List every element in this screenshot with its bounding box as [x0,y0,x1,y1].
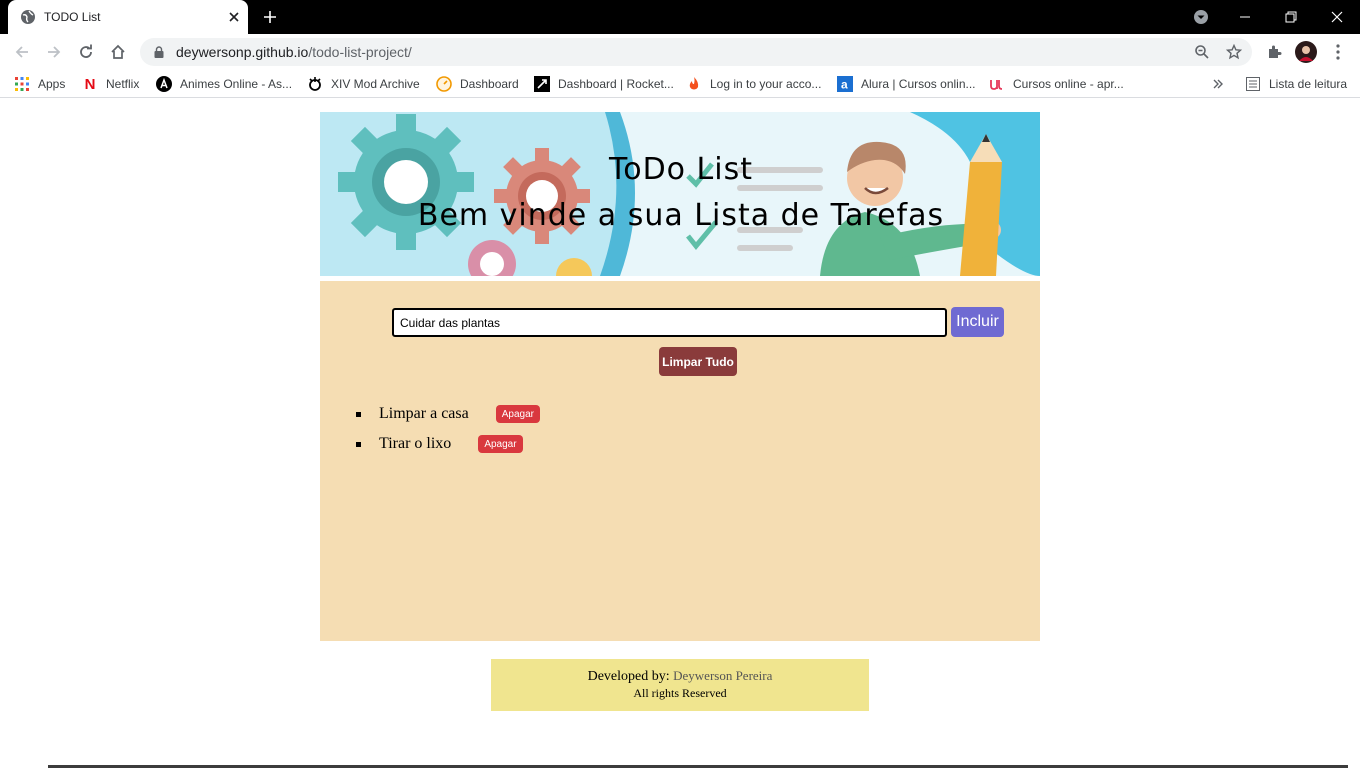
bookmark-label: Log in to your acco... [710,77,822,91]
bookmark-alura[interactable]: a Alura | Cursos onlin... [837,75,976,93]
clear-all-button[interactable]: Limpar Tudo [659,347,737,376]
footer-developed-by: Developed by: [587,669,670,684]
add-task-button[interactable]: Incluir [951,307,1004,337]
bookmark-label: Alura | Cursos onlin... [861,77,976,91]
bookmark-xiv-mod-archive[interactable]: XIV Mod Archive [307,75,420,93]
star-icon[interactable] [1222,40,1246,64]
extensions-icon[interactable] [1262,40,1286,64]
bookmark-login[interactable]: Log in to your acco... [686,75,821,93]
bookmark-label: Animes Online - As... [180,77,293,91]
bullet-icon [356,441,361,447]
url-host: deywersonp.github.io [176,44,309,60]
reading-list[interactable]: Lista de leitura [1245,75,1347,93]
bullet-icon [356,411,361,417]
tab-title: TODO List [44,10,101,24]
bookmark-label: Dashboard | Rocket... [558,77,674,91]
anime-icon [156,76,172,92]
tab-strip: TODO List [0,0,1360,34]
new-tab-button[interactable] [258,5,282,29]
delete-task-button[interactable]: Apagar [495,405,540,423]
bookmark-label: Dashboard [460,77,519,91]
browser-toolbar: deywersonp.github.io /todo-list-project/ [0,34,1360,70]
back-icon[interactable] [10,40,34,64]
more-menu-icon[interactable] [1326,40,1350,64]
bookmark-animes[interactable]: Animes Online - As... [156,75,292,93]
url-path: /todo-list-project/ [308,44,412,60]
bookmark-udemy[interactable]: Cursos online - apr... [989,75,1124,93]
restore-icon[interactable] [1268,0,1314,34]
lock-icon [152,45,166,59]
address-bar[interactable]: deywersonp.github.io /todo-list-project/ [140,38,1252,66]
bookmark-apps[interactable]: Apps [14,75,65,93]
avatar[interactable] [1294,40,1318,64]
flame-icon [686,76,702,92]
home-icon[interactable] [106,40,130,64]
reload-icon[interactable] [74,40,98,64]
udemy-icon [989,76,1005,92]
page-footer: Developed by: Deywerson Pereira All righ… [491,659,869,711]
bookmark-label: Apps [38,77,66,91]
profile-menu-icon[interactable] [1178,0,1224,34]
bookmarks-bar: Apps N Netflix Animes Online - As... XIV… [0,70,1360,98]
svg-text:a: a [841,78,848,92]
forward-icon[interactable] [42,40,66,64]
task-text: Limpar a casa [379,405,469,422]
todo-panel: Incluir Limpar Tudo Limpar a casa Apagar… [320,281,1040,641]
bookmark-dashboard[interactable]: Dashboard [436,75,519,93]
dashboard-icon [436,76,452,92]
header-banner: ToDo List Bem vinde a sua Lista de Taref… [320,112,1040,276]
close-tab-icon[interactable] [226,9,242,25]
task-list: Limpar a casa Apagar Tirar o lixo Apagar [356,399,540,459]
apps-grid-icon [14,76,30,92]
bookmark-netflix[interactable]: N Netflix [82,75,140,93]
footer-rights: All rights Reserved [633,686,727,700]
bookmark-label: XIV Mod Archive [331,77,420,91]
bookmark-rocketseat[interactable]: Dashboard | Rocket... [534,75,674,93]
task-input[interactable] [392,308,947,337]
zoom-icon[interactable] [1190,40,1214,64]
reading-list-icon [1245,76,1261,92]
globe-icon [20,9,36,25]
browser-tab[interactable]: TODO List [8,0,248,34]
bookmark-label: Cursos online - apr... [1013,77,1124,91]
netflix-icon: N [84,75,96,93]
rocket-icon [534,76,550,92]
banner-subtitle: Bem vinde a sua Lista de Tarefas [417,198,945,233]
close-window-icon[interactable] [1314,0,1360,34]
task-text: Tirar o lixo [379,435,452,452]
bookmarks-overflow-icon[interactable] [1212,75,1224,93]
delete-task-button[interactable]: Apagar [478,435,523,453]
mod-archive-icon [307,76,323,92]
minimize-icon[interactable] [1222,0,1268,34]
footer-author-link[interactable]: Deywerson Pereira [673,668,772,683]
alura-icon: a [837,76,853,92]
banner-illustration [320,112,1040,276]
reading-list-label: Lista de leitura [1269,77,1348,91]
banner-title: ToDo List [608,152,753,187]
list-item: Tirar o lixo Apagar [356,429,540,459]
bookmark-label: Netflix [106,77,140,91]
list-item: Limpar a casa Apagar [356,399,540,429]
footer-credit: Developed by: Deywerson Pereira [491,668,869,685]
